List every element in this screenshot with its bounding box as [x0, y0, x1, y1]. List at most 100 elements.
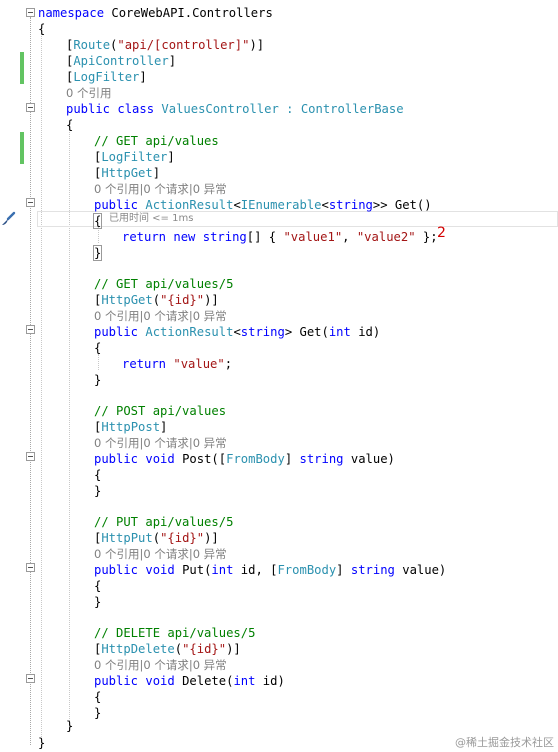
keyword: public — [94, 674, 139, 688]
parameter: id, [ — [233, 563, 278, 577]
method-name: Post([ — [174, 452, 227, 466]
bracket: ] — [139, 70, 147, 84]
code-line-httpdelete-attribute: [HttpDelete("{id}")] — [94, 641, 241, 657]
collapse-icon[interactable] — [26, 8, 35, 17]
codelens-references[interactable]: 0 个引用|0 个请求|0 异常 — [94, 181, 227, 197]
code-line-brace: } — [38, 736, 46, 750]
type-name: ActionResult — [145, 325, 234, 339]
keyword: new — [173, 230, 196, 244]
code-line-brace: } — [94, 373, 102, 387]
code-line-httpput-attribute: [HttpPut("{id}")] — [94, 530, 219, 546]
paren: )] — [204, 293, 219, 307]
paren: ( — [174, 642, 183, 656]
code-line-httppost-attribute: [HttpPost] — [94, 419, 167, 435]
code-line-logfilter-attribute: [LogFilter] — [66, 69, 147, 85]
keyword: public — [94, 198, 139, 212]
attribute-name: LogFilter — [101, 150, 168, 164]
code-comment: // GET api/values/5 — [94, 277, 234, 291]
keyword: namespace — [38, 6, 105, 20]
paren: ( — [152, 531, 161, 545]
attribute-name: FromBody — [277, 563, 337, 577]
code-line-httpget-attribute: [HttpGet] — [94, 165, 160, 181]
type-name: IEnumerable — [240, 198, 322, 212]
code-line-brace: } — [94, 595, 102, 609]
code-line-httpget-attribute: [HttpGet("{id}")] — [94, 292, 219, 308]
parameter: id) — [350, 325, 381, 339]
bracket: ] — [284, 452, 300, 466]
code-line-brace: } — [66, 719, 74, 733]
string-literal: "{id}" — [160, 293, 205, 307]
code-line-brace: { — [94, 690, 102, 704]
code-line-brace: } — [94, 706, 102, 720]
bracket: ] — [336, 563, 351, 577]
code-line-brace: { — [38, 22, 46, 36]
code-line-method-signature: public ActionResult<IEnumerable<string>>… — [94, 197, 432, 213]
collapse-icon[interactable] — [26, 452, 35, 461]
type-name: ActionResult — [145, 198, 234, 212]
code-line-route-attribute: [Route("api/[controller]")] — [66, 37, 264, 53]
collapse-icon[interactable] — [26, 198, 35, 207]
keyword: public — [94, 452, 139, 466]
paren: )] — [204, 531, 219, 545]
code-text: , — [342, 230, 357, 244]
codelens-references[interactable]: 0 个引用|0 个请求|0 异常 — [94, 308, 227, 324]
attribute-name: HttpPut — [101, 531, 153, 545]
code-line-brace: { — [66, 118, 74, 132]
changed-line-indicator — [20, 52, 24, 84]
attribute-name: HttpGet — [101, 293, 153, 307]
matched-brace: { — [92, 213, 103, 229]
keyword: public — [94, 325, 139, 339]
semicolon: ; — [224, 357, 233, 371]
parameter: id) — [255, 674, 285, 688]
class-name: ValuesController — [161, 102, 279, 116]
code-line-brace: { — [94, 579, 102, 593]
keyword: int — [328, 325, 351, 339]
code-editor[interactable]: namespace CoreWebAPI.Controllers { [Rout… — [0, 0, 558, 752]
collapse-icon[interactable] — [26, 325, 35, 334]
method-name: > Get( — [284, 325, 329, 339]
attribute-name: HttpGet — [101, 166, 153, 180]
code-text: [] { — [246, 230, 284, 244]
indent-guide — [98, 227, 99, 243]
watermark: @稀土掘金技术社区 — [455, 736, 554, 749]
code-comment: // POST api/values — [94, 404, 227, 418]
keyword: void — [145, 674, 175, 688]
string-literal: "{id}" — [182, 642, 227, 656]
paren: ( — [152, 293, 161, 307]
collapse-icon[interactable] — [26, 563, 35, 572]
fold-guide — [30, 17, 31, 745]
keyword: class — [117, 102, 155, 116]
namespace-name: CoreWebAPI.Controllers — [104, 6, 273, 20]
codelens-references[interactable]: 0 个引用|0 个请求|0 异常 — [94, 435, 227, 451]
paren: )] — [226, 642, 241, 656]
code-line-method-signature: public void Put(int id, [FromBody] strin… — [94, 562, 446, 578]
keyword: string — [240, 325, 285, 339]
code-line-brace: } — [92, 245, 103, 261]
method-name: >> Get() — [372, 198, 432, 212]
code-line-apicontroller-attribute: [ApiController] — [66, 53, 176, 69]
matched-brace: } — [92, 245, 103, 261]
code-line-brace: { — [94, 341, 102, 355]
paren: )] — [249, 38, 265, 52]
code-comment: // DELETE api/values/5 — [94, 626, 256, 640]
keyword: string — [350, 563, 395, 577]
string-literal: "value1" — [283, 230, 343, 244]
bracket: ] — [152, 166, 161, 180]
indent-guide — [98, 354, 99, 370]
paintbrush-icon[interactable] — [1, 210, 17, 226]
codelens-references[interactable]: 0 个引用|0 个请求|0 异常 — [94, 657, 227, 673]
attribute-name: FromBody — [226, 452, 285, 466]
bracket: ] — [167, 150, 175, 164]
string-literal: "{id}" — [160, 531, 205, 545]
attribute-name: ApiController — [73, 54, 169, 68]
angle-bracket: < — [321, 198, 329, 212]
code-line-class-declaration: public class ValuesController : Controll… — [66, 101, 404, 117]
collapse-icon[interactable] — [26, 103, 35, 112]
code-line-logfilter-attribute: [LogFilter] — [94, 149, 175, 165]
codelens-references[interactable]: 0 个引用|0 个请求|0 异常 — [94, 546, 227, 562]
collapse-icon[interactable] — [26, 674, 35, 683]
code-line-return: return "value"; — [122, 356, 232, 372]
angle-bracket: < — [233, 325, 241, 339]
codelens-references[interactable]: 0 个引用 — [66, 85, 111, 101]
